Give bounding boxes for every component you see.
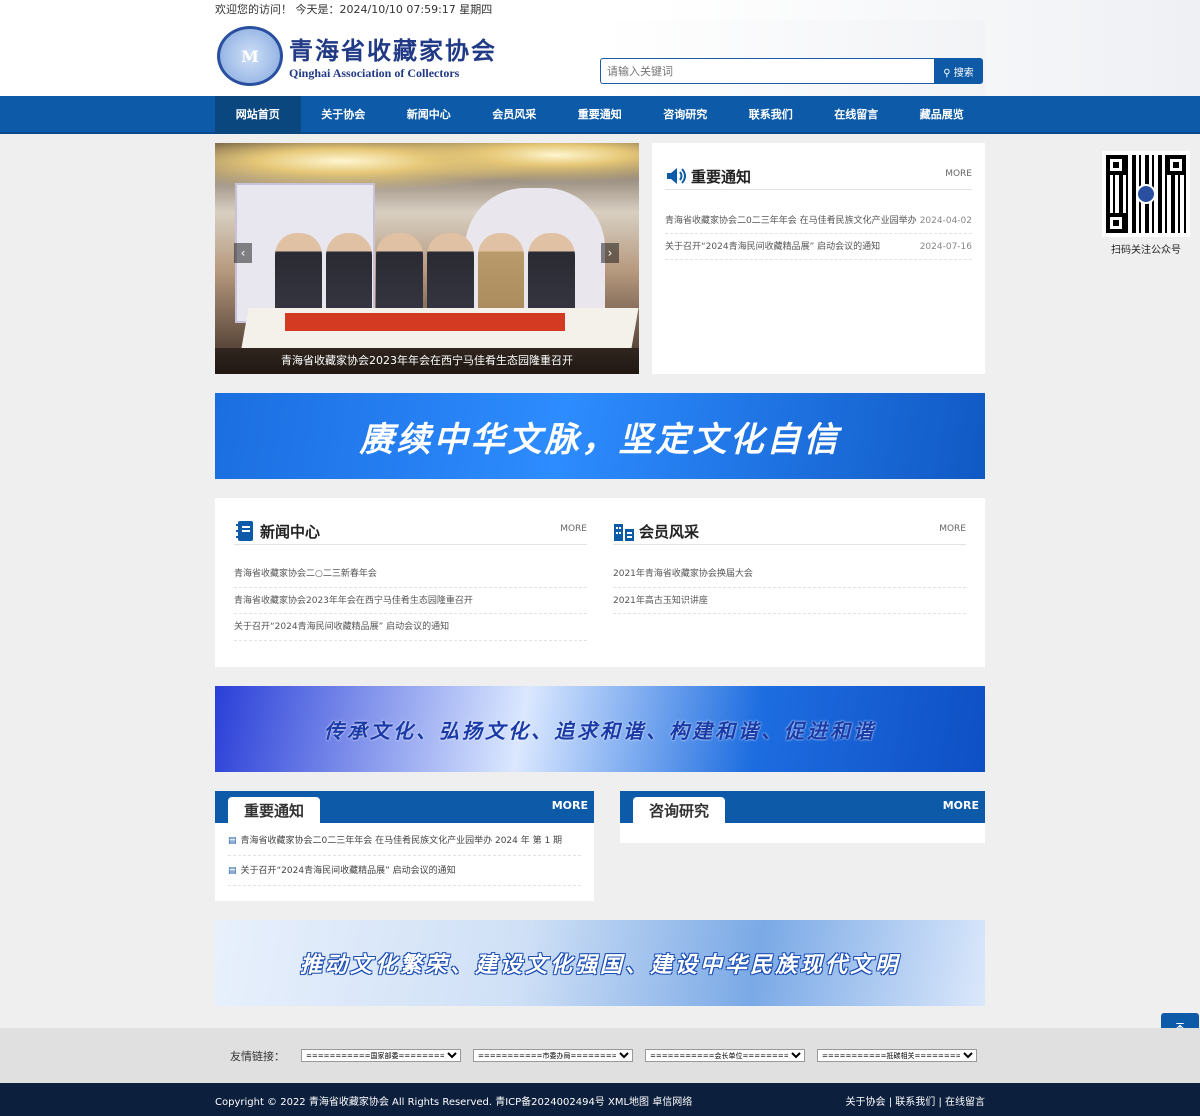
nav-item-7[interactable]: 在线留言 [814,96,900,134]
nav-item-8[interactable]: 藏品展览 [899,96,985,134]
document-icon: ▤ [228,866,237,876]
search-input[interactable] [600,58,934,84]
friend-links-select-1[interactable]: ===========市委办局=========== [473,1049,633,1062]
notebook-icon [234,520,256,542]
building-icon [613,520,635,542]
member-item[interactable]: 2021年青海省收藏家协会换届大会 [613,561,966,588]
image-slider[interactable]: ‹ › 青海省收藏家协会2023年年会在西宁马佳肴生态园隆重召开 [215,143,639,374]
nav-item-5[interactable]: 咨询研究 [643,96,729,134]
notice-box-item-title: 关于召开“2024青海民间收藏精品展” 启动会议的通知 [240,866,456,876]
notice-item[interactable]: 关于召开“2024青海民间收藏精品展” 启动会议的通知 2024-07-16 [665,234,972,260]
notice-item-date: 2024-04-02 [919,216,972,226]
nav-item-6[interactable]: 联系我们 [728,96,814,134]
footer-copyright: Copyright © 2022 青海省收藏家协会 All Rights Res… [215,1097,693,1108]
search-button[interactable]: ⚲ 搜索 [934,58,983,84]
logo-emblem: M [217,26,283,86]
search-bar: ⚲ 搜索 [600,58,983,84]
notice-box-item-title: 青海省收藏家协会二0二三年年会 在马佳肴民族文化产业园举办 2024 年 第 1… [240,836,563,846]
nav-item-2[interactable]: 新闻中心 [386,96,472,134]
notice-item-title: 关于召开“2024青海民间收藏精品展” 启动会议的通知 [665,242,881,252]
welcome-bar: 欢迎您的访问！ 今天是：2024/10/10 07:59:17 星期四 [215,3,493,16]
research-box-title: 咨询研究 [633,797,726,823]
notice-box: 重要通知 MORE ▤ 青海省收藏家协会二0二三年年会 在马佳肴民族文化产业园举办… [215,791,594,901]
members-more-link[interactable]: MORE [939,524,966,534]
notice-title: 重要通知 [691,167,752,186]
speaker-icon [665,165,687,187]
slide-caption[interactable]: 青海省收藏家协会2023年年会在西宁马佳肴生态园隆重召开 [215,348,639,374]
notice-more-link[interactable]: MORE [945,169,972,179]
notice-item-title: 青海省收藏家协会二0二三年年会 在马佳肴民族文化产业园举办 [665,216,917,226]
news-item[interactable]: 青海省收藏家协会2023年年会在西宁马佳肴生态园隆重召开 [234,588,587,614]
news-item[interactable]: 青海省收藏家协会二○二三新春年会 [234,561,587,588]
member-item[interactable]: 2021年高古玉知识讲座 [613,588,966,614]
news-item[interactable]: 关于召开“2024青海民间收藏精品展” 启动会议的通知 [234,614,587,641]
notice-item[interactable]: 青海省收藏家协会二0二三年年会 在马佳肴民族文化产业园举办 2024-04-02 [665,208,972,234]
header: M 青海省收藏家协会 Qinghai Association of Collec… [215,20,985,96]
site-logo[interactable]: M 青海省收藏家协会 Qinghai Association of Collec… [217,26,497,86]
main-nav: 网站首页 关于协会 新闻中心 会员风采 重要通知 咨询研究 联系我们 在线留言 藏品展览 [0,96,1200,134]
news-more-link[interactable]: MORE [560,524,587,534]
friend-links-select-0[interactable]: ===========国家部委=========== [301,1049,461,1062]
members-title: 会员风采 [639,522,700,541]
research-box-more-link[interactable]: MORE [943,799,979,812]
logo-english-name: Qinghai Association of Collectors [289,66,460,80]
members-panel: 会员风采 MORE 2021年青海省收藏家协会换届大会 2021年高古玉知识讲座 [613,498,966,667]
banner-cultural-heritage: 赓续中华文脉，坚定文化自信 [215,393,985,479]
search-button-label: 搜索 [953,67,974,79]
news-panel: 新闻中心 MORE 青海省收藏家协会二○二三新春年会 青海省收藏家协会2023年年… [234,498,587,667]
nav-item-0[interactable]: 网站首页 [215,96,301,134]
nav-item-4[interactable]: 重要通知 [557,96,643,134]
notice-box-more-link[interactable]: MORE [552,799,588,812]
search-icon: ⚲ [943,67,951,79]
news-title: 新闻中心 [260,522,321,541]
footer-links[interactable]: 关于协会 | 联系我们 | 在线留言 [846,1093,985,1108]
friend-links-bar: 友情链接： ===========国家部委=========== ========… [0,1028,1200,1083]
qrcode-image [1102,151,1190,237]
document-icon: ▤ [228,836,237,846]
banner-civilization: 推动文化繁荣、建设文化强国、建设中华民族现代文明 [215,920,985,1006]
slider-next-button[interactable]: › [601,243,619,263]
nav-item-3[interactable]: 会员风采 [472,96,558,134]
qrcode-label: 扫码关注公众号 [1111,245,1181,256]
friend-links-select-2[interactable]: ===========会长单位=========== [645,1049,805,1062]
friend-links-label: 友情链接： [230,1049,285,1063]
slider-prev-button[interactable]: ‹ [234,243,252,263]
logo-chinese-name: 青海省收藏家协会 [289,36,497,65]
notice-box-item[interactable]: ▤ 青海省收藏家协会二0二三年年会 在马佳肴民族文化产业园举办 2024 年 第 … [228,826,581,856]
notice-panel: 重要通知 MORE 青海省收藏家协会二0二三年年会 在马佳肴民族文化产业园举办 2… [652,143,985,374]
nav-item-1[interactable]: 关于协会 [301,96,387,134]
footer: Copyright © 2022 青海省收藏家协会 All Rights Res… [0,1083,1200,1116]
slide-calligraphy [285,313,565,331]
notice-item-date: 2024-07-16 [919,242,972,252]
qrcode-widget: 扫码关注公众号 [1102,151,1190,256]
research-box: 咨询研究 MORE [620,791,985,843]
notice-box-title: 重要通知 [228,797,321,823]
notice-box-item[interactable]: ▤ 关于召开“2024青海民间收藏精品展” 启动会议的通知 [228,856,581,886]
banner-harmony: 传承文化、弘扬文化、追求和谐、构建和谐、促进和谐 [215,686,985,772]
friend-links-select-3[interactable]: ===========抵碳相关=========== [817,1049,977,1062]
